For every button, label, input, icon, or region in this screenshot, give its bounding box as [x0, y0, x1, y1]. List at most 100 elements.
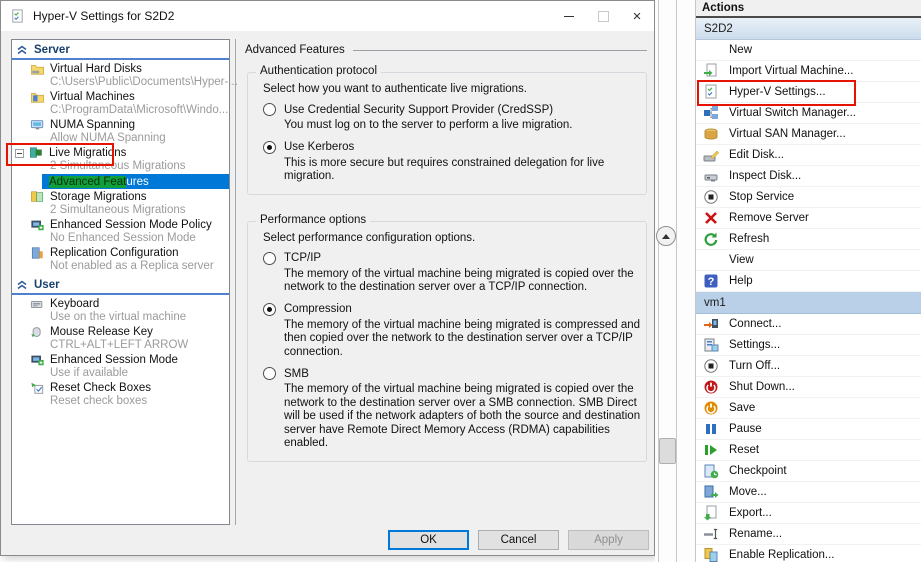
action-new[interactable]: New — [696, 40, 921, 61]
tree-section-label: User — [34, 279, 60, 291]
action-shut-down[interactable]: Shut Down... — [696, 377, 921, 398]
tree-item-sublabel: 2 Simultaneous Migrations — [50, 160, 186, 172]
radio-unchecked-icon[interactable] — [263, 367, 276, 380]
virtual-machines-icon — [30, 90, 45, 104]
collapse-expander-icon[interactable] — [15, 148, 24, 158]
radio-label: Use Kerberos — [284, 141, 355, 153]
action-label: Save — [729, 402, 756, 414]
divider — [676, 0, 677, 562]
tree-item-virtual-hard-disks[interactable]: Virtual Hard Disks C:\Users\Public\Docum… — [12, 62, 238, 89]
tree-item-label: NUMA Spanning — [50, 119, 136, 131]
action-import-virtual-machine[interactable]: Import Virtual Machine... — [696, 61, 921, 82]
scrollbar-thumb[interactable] — [659, 438, 676, 464]
replication-configuration-icon — [30, 246, 45, 260]
maximize-button — [586, 2, 620, 31]
radio-label: Compression — [284, 303, 352, 315]
action-label: View — [729, 254, 754, 266]
actions-group-s2d2[interactable]: S2D2 — [696, 18, 921, 40]
keyboard-icon — [30, 297, 45, 311]
tree-section-server[interactable]: Server — [12, 42, 229, 60]
tree-item-replication-configuration[interactable]: Replication Configuration Not enabled as… — [12, 246, 229, 273]
tree-item-enhanced-session-mode[interactable]: Enhanced Session Mode Use if available — [12, 353, 229, 380]
radio-unchecked-icon[interactable] — [263, 251, 276, 265]
ok-button[interactable]: OK — [388, 530, 469, 550]
group-legend: Authentication protocol — [256, 65, 381, 77]
tree-item-sublabel: Use on the virtual machine — [50, 311, 187, 323]
actions-group-vm1[interactable]: vm1 — [696, 292, 921, 314]
blank-icon — [703, 252, 719, 268]
minimize-icon — [564, 15, 574, 17]
action-label: Refresh — [729, 233, 770, 245]
action-virtual-switch-manager[interactable]: Virtual Switch Manager... — [696, 103, 921, 124]
action-edit-disk[interactable]: Edit Disk... — [696, 145, 921, 166]
tree-item-label: Live Migrations — [49, 147, 127, 159]
action-remove-server[interactable]: Remove Server — [696, 208, 921, 229]
tree-item-advanced-features-selected[interactable]: Advanced Feat ures — [42, 174, 229, 189]
inspect-disk-icon — [703, 168, 719, 184]
help-icon: ? — [703, 273, 719, 289]
action-refresh[interactable]: Refresh — [696, 229, 921, 250]
action-virtual-san-manager[interactable]: Virtual SAN Manager... — [696, 124, 921, 145]
tree-item-sublabel: 2 Simultaneous Migrations — [50, 204, 186, 216]
maximize-icon — [597, 10, 609, 22]
action-label: Rename... — [729, 528, 783, 540]
action-hyperv-settings[interactable]: Hyper-V Settings... — [696, 80, 921, 106]
cancel-button[interactable]: Cancel — [478, 530, 559, 550]
action-label: Shut Down... — [729, 381, 795, 393]
tree-item-mouse-release-key[interactable]: Mouse Release Key CTRL+ALT+LEFT ARROW — [12, 325, 229, 352]
tree-item-sublabel: No Enhanced Session Mode — [50, 232, 196, 244]
action-rename[interactable]: Rename... — [696, 524, 921, 545]
action-label: Settings... — [729, 339, 781, 351]
radio-smb[interactable]: SMB — [263, 367, 636, 380]
radio-credssp[interactable]: Use Credential Security Support Provider… — [263, 103, 636, 116]
action-label: Checkpoint — [729, 465, 787, 477]
tree-item-storage-migrations[interactable]: Storage Migrations 2 Simultaneous Migrat… — [12, 190, 229, 217]
action-stop-service[interactable]: Stop Service — [696, 187, 921, 208]
action-enable-replication[interactable]: Enable Replication... — [696, 545, 921, 562]
radio-compression[interactable]: Compression — [263, 302, 636, 316]
action-pause[interactable]: Pause — [696, 419, 921, 440]
numa-spanning-icon — [30, 118, 45, 132]
tree-item-numa-spanning[interactable]: NUMA Spanning Allow NUMA Spanning — [12, 118, 229, 145]
action-help-s2d2[interactable]: ? Help — [696, 271, 921, 292]
action-move[interactable]: Move... — [696, 482, 921, 503]
action-inspect-disk[interactable]: Inspect Disk... — [696, 166, 921, 187]
radio-description: You must log on to the server to perform… — [284, 119, 573, 131]
action-turn-off[interactable]: Turn Off... — [696, 356, 921, 377]
tree-item-label: Virtual Machines — [50, 91, 135, 103]
action-export[interactable]: Export... — [696, 503, 921, 524]
tree-item-label: Storage Migrations — [50, 191, 147, 203]
action-connect[interactable]: Connect... — [696, 314, 921, 335]
radio-tcpip[interactable]: TCP/IP — [263, 251, 636, 265]
action-label: Reset — [729, 444, 760, 456]
action-view[interactable]: View — [696, 250, 921, 271]
tree-section-user[interactable]: User — [12, 277, 229, 295]
tree-item-live-migrations[interactable]: Live Migrations 2 Simultaneous Migration… — [6, 143, 229, 173]
radio-kerberos[interactable]: Use Kerberos — [263, 140, 636, 154]
close-button[interactable]: × — [620, 2, 654, 31]
tree-item-reset-check-boxes[interactable]: Reset Check Boxes Reset check boxes — [12, 381, 229, 408]
blank-icon — [703, 42, 719, 58]
tree-item-virtual-machines[interactable]: Virtual Machines C:\ProgramData\Microsof… — [12, 90, 229, 117]
action-settings[interactable]: Settings... — [696, 335, 921, 356]
tree-item-enhanced-session-mode-policy[interactable]: Enhanced Session Mode Policy No Enhanced… — [12, 218, 229, 245]
tree-item-sublabel: C:\ProgramData\Microsoft\Windo... — [50, 104, 229, 116]
dialog-buttons: OK Cancel Apply — [388, 530, 649, 550]
minimize-button[interactable] — [552, 2, 586, 31]
mouse-icon — [30, 325, 45, 339]
radio-checked-icon[interactable] — [263, 302, 276, 316]
action-save[interactable]: Save — [696, 398, 921, 419]
tree-item-keyboard[interactable]: Keyboard Use on the virtual machine — [12, 297, 229, 324]
action-reset[interactable]: Reset — [696, 440, 921, 461]
radio-unchecked-icon[interactable] — [263, 103, 276, 116]
hyperv-settings-icon — [703, 84, 719, 100]
action-label: Virtual SAN Manager... — [729, 128, 846, 140]
radio-checked-icon[interactable] — [263, 140, 276, 154]
action-label: Export... — [729, 507, 772, 519]
action-checkpoint[interactable]: Checkpoint — [696, 461, 921, 482]
pause-icon — [703, 421, 719, 437]
scroll-up-button[interactable] — [656, 226, 676, 246]
rename-icon — [703, 526, 719, 542]
virtual-hard-disks-icon — [30, 62, 45, 76]
titlebar[interactable]: Hyper-V Settings for S2D2 × — [1, 1, 654, 31]
